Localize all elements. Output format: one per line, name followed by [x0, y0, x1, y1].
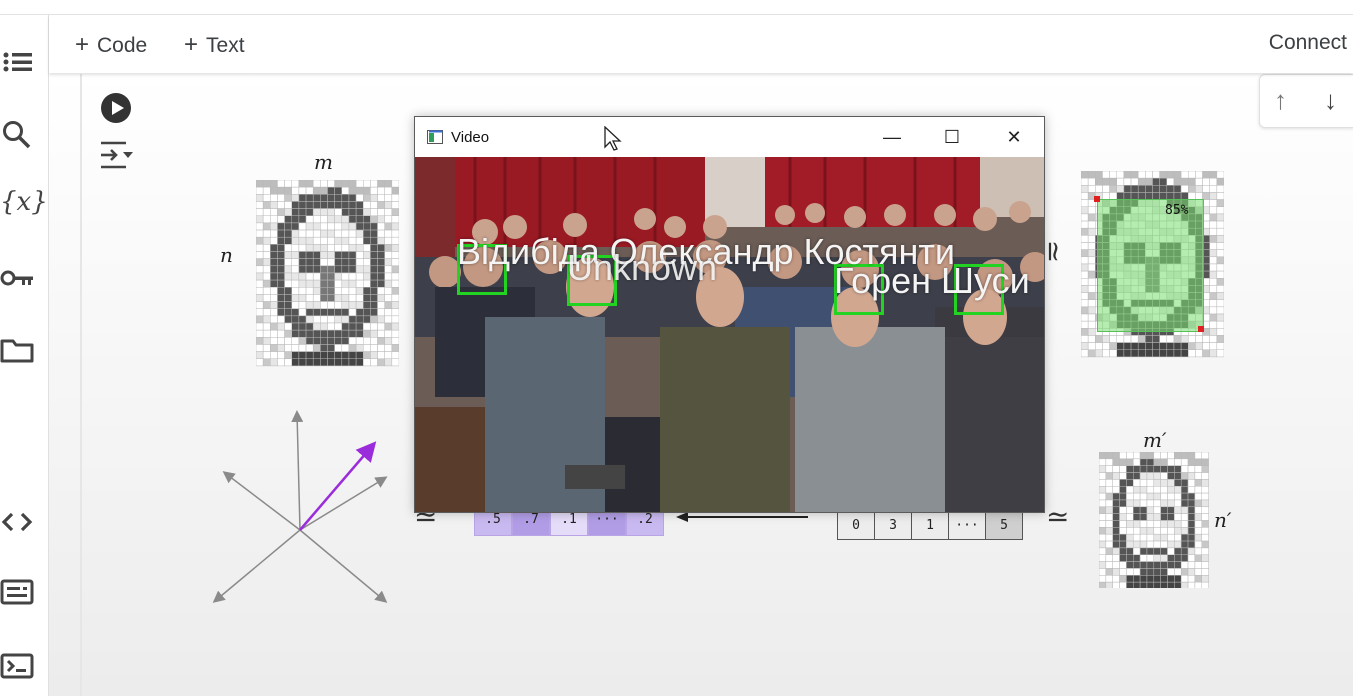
add-code-button[interactable]: + Code — [75, 31, 147, 59]
plus-icon: + — [75, 31, 90, 58]
face-name-label: Горен Шуси — [834, 260, 1030, 301]
index-cell: 3 — [875, 512, 912, 540]
colab-sidebar: {x} — [0, 15, 49, 696]
audience-video-image — [415, 157, 1044, 512]
terminal-icon[interactable] — [0, 649, 34, 683]
run-cell-icon[interactable] — [100, 92, 132, 124]
n-prime-label: n′ — [1214, 508, 1232, 532]
variables-icon[interactable]: {x} — [0, 187, 48, 221]
index-cell: 0 — [837, 512, 875, 540]
window-title: Video — [451, 129, 490, 146]
m-prime-label: m′ — [1143, 428, 1167, 452]
index-vector: 0 3 1 ··· 5 — [837, 512, 1023, 540]
index-cell: 1 — [912, 512, 949, 540]
move-cell-up-icon[interactable]: ↑ — [1274, 85, 1287, 116]
browser-top-strip — [0, 0, 1353, 15]
connect-button[interactable]: Connect — [1269, 31, 1347, 55]
pixel-face-image — [256, 180, 399, 367]
confidence-label: 85% — [1165, 203, 1189, 218]
mouse-cursor-icon — [604, 126, 622, 151]
key-icon[interactable] — [0, 261, 34, 295]
n-dimension-label: n — [220, 243, 233, 267]
output-actions-icon[interactable] — [98, 138, 134, 172]
notebook-toolbar: + Code + Text Connect — [49, 15, 1353, 73]
search-icon[interactable] — [0, 117, 34, 151]
m-dimension-label: m — [314, 150, 333, 174]
approx-symbol: ≃ — [1046, 500, 1070, 533]
maximize-button[interactable]: ☐ — [937, 125, 967, 149]
box-corner-marker — [1094, 196, 1100, 202]
video-window[interactable]: Video — ☐ ✕ Відибіда Олександр Костянти … — [414, 116, 1045, 513]
command-palette-icon[interactable] — [0, 575, 34, 609]
folder-icon[interactable] — [0, 333, 34, 367]
cell-toolbar: ↑ ↓ — [1259, 74, 1353, 128]
window-title-bar[interactable]: Video — ☐ ✕ — [415, 117, 1044, 157]
plus-icon: + — [184, 31, 199, 58]
code-snippets-icon[interactable] — [0, 505, 34, 539]
app-window-icon — [427, 130, 443, 144]
box-corner-marker — [1198, 326, 1204, 332]
add-code-label: Code — [97, 34, 148, 57]
vector-space-diagram — [212, 410, 388, 603]
index-cell: ··· — [949, 512, 986, 540]
close-button[interactable]: ✕ — [999, 125, 1029, 149]
video-frame: Відибіда Олександр Костянти Unknown Горе… — [415, 157, 1044, 512]
face-detection-box — [1097, 199, 1204, 332]
cell-gutter — [80, 74, 82, 696]
table-of-contents-icon[interactable] — [0, 45, 34, 79]
add-text-label: Text — [206, 34, 245, 57]
move-cell-down-icon[interactable]: ↓ — [1324, 85, 1337, 116]
minimize-button[interactable]: — — [877, 125, 907, 149]
face-name-label: Unknown — [567, 247, 718, 288]
add-text-button[interactable]: + Text — [184, 31, 245, 59]
index-cell: 5 — [986, 512, 1023, 540]
pixel-face-image-small — [1099, 452, 1209, 588]
